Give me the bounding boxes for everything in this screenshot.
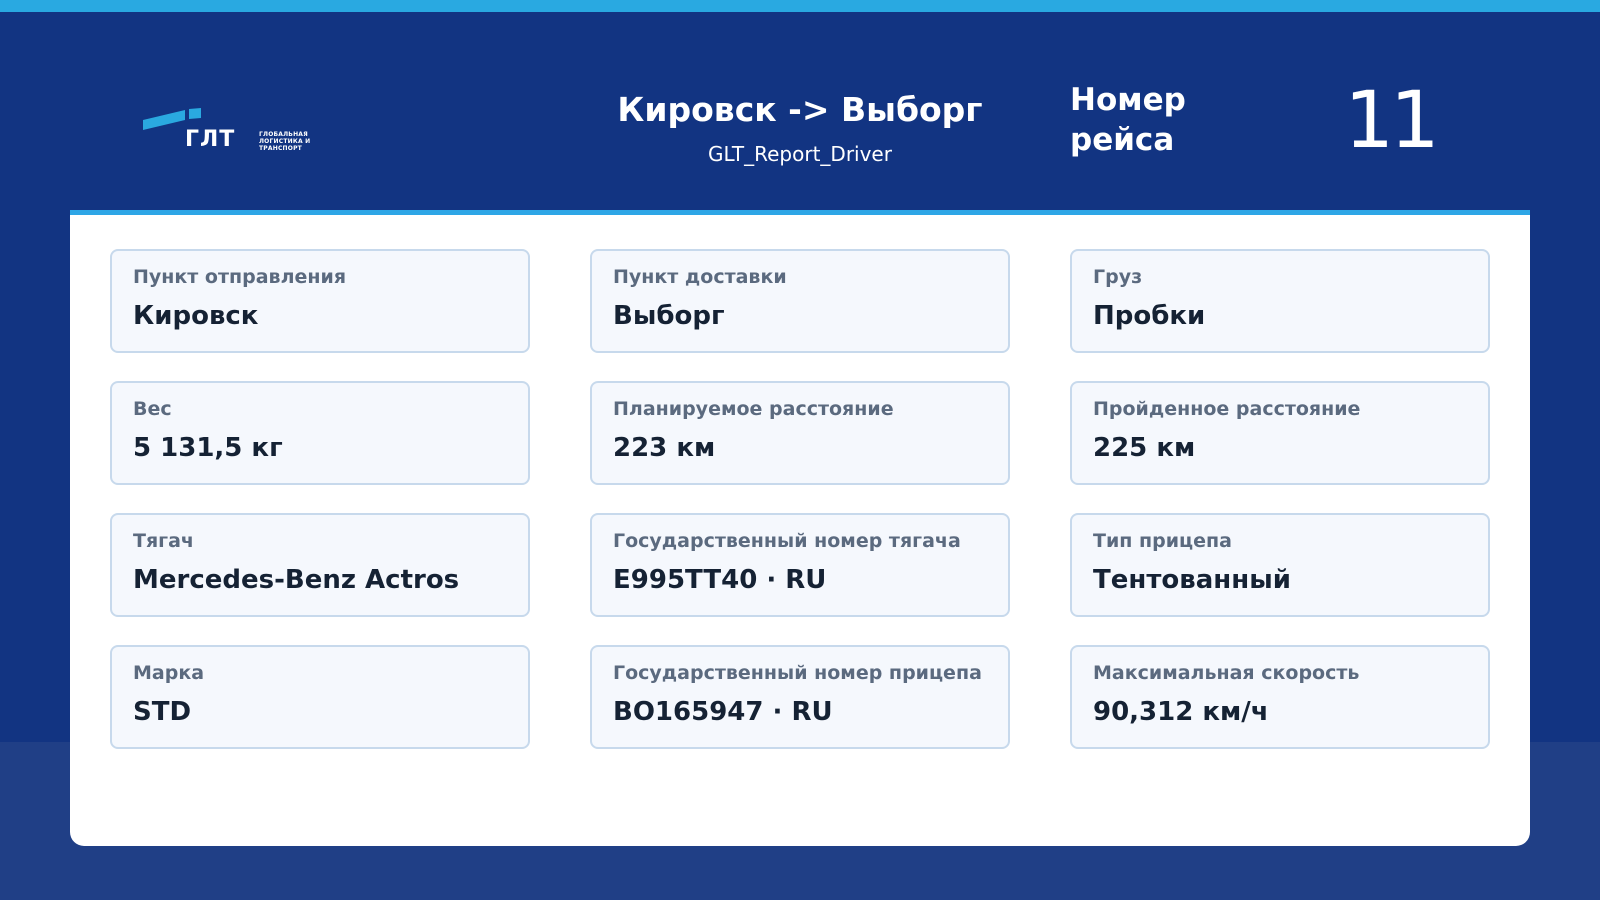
card-value: 90,312 км/ч	[1093, 697, 1269, 727]
top-accent-stripe	[0, 0, 1600, 12]
card-value: BO165947 · RU	[613, 697, 833, 727]
card-label: Пункт доставки	[613, 266, 787, 288]
card-label: Планируемое расстояние	[613, 398, 894, 420]
card-value: 223 км	[613, 433, 716, 463]
card-label: Государственный номер прицепа	[613, 662, 982, 684]
card-brand: Марка STD	[110, 645, 530, 749]
card-value: Mercedes-Benz Actros	[133, 565, 460, 595]
report-panel: Пункт отправления Кировск Пункт доставки…	[70, 210, 1530, 846]
card-trailer-plate: Государственный номер прицепа BO165947 ·…	[590, 645, 1010, 749]
logo-caption: ГЛОБАЛЬНАЯ ЛОГИСТИКА И ТРАНСПОРТ	[259, 131, 311, 152]
card-value: Пробки	[1093, 301, 1206, 331]
card-planned-distance: Планируемое расстояние 223 км	[590, 381, 1010, 485]
card-label: Пройденное расстояние	[1093, 398, 1361, 420]
card-value: Выборг	[613, 301, 725, 331]
card-max-speed: Максимальная скорость 90,312 км/ч	[1070, 645, 1490, 749]
card-label: Тягач	[133, 530, 194, 552]
card-label: Тип прицепа	[1093, 530, 1232, 552]
company-logo: ГЛТ ГЛОБАЛЬНАЯ ЛОГИСТИКА И ТРАНСПОРТ	[143, 108, 323, 158]
card-value: Кировск	[133, 301, 259, 331]
card-label: Пункт отправления	[133, 266, 347, 288]
card-label: Груз	[1093, 266, 1143, 288]
route-title: Кировск -> Выборг	[617, 90, 983, 129]
card-tractor: Тягач Mercedes-Benz Actros	[110, 513, 530, 617]
trip-number: 11	[1344, 76, 1439, 166]
card-value: 225 км	[1093, 433, 1196, 463]
card-weight: Вес 5 131,5 кг	[110, 381, 530, 485]
svg-text:ГЛТ: ГЛТ	[185, 127, 235, 152]
card-cargo: Груз Пробки	[1070, 249, 1490, 353]
card-departure-point: Пункт отправления Кировск	[110, 249, 530, 353]
card-label: Максимальная скорость	[1093, 662, 1360, 684]
card-label: Вес	[133, 398, 172, 420]
card-tractor-plate: Государственный номер тягача E995TT40 · …	[590, 513, 1010, 617]
card-trailer-type: Тип прицепа Тентованный	[1070, 513, 1490, 617]
card-label: Государственный номер тягача	[613, 530, 961, 552]
card-label: Марка	[133, 662, 205, 684]
report-name: GLT_Report_Driver	[708, 142, 892, 166]
info-cards-grid: Пункт отправления Кировск Пункт доставки…	[110, 249, 1490, 749]
card-value: STD	[133, 697, 192, 727]
card-driven-distance: Пройденное расстояние 225 км	[1070, 381, 1490, 485]
card-value: Тентованный	[1093, 565, 1291, 595]
trip-number-label: Номер рейса	[1070, 82, 1186, 158]
card-value: E995TT40 · RU	[613, 565, 827, 595]
card-value: 5 131,5 кг	[133, 433, 283, 463]
card-delivery-point: Пункт доставки Выборг	[590, 249, 1010, 353]
